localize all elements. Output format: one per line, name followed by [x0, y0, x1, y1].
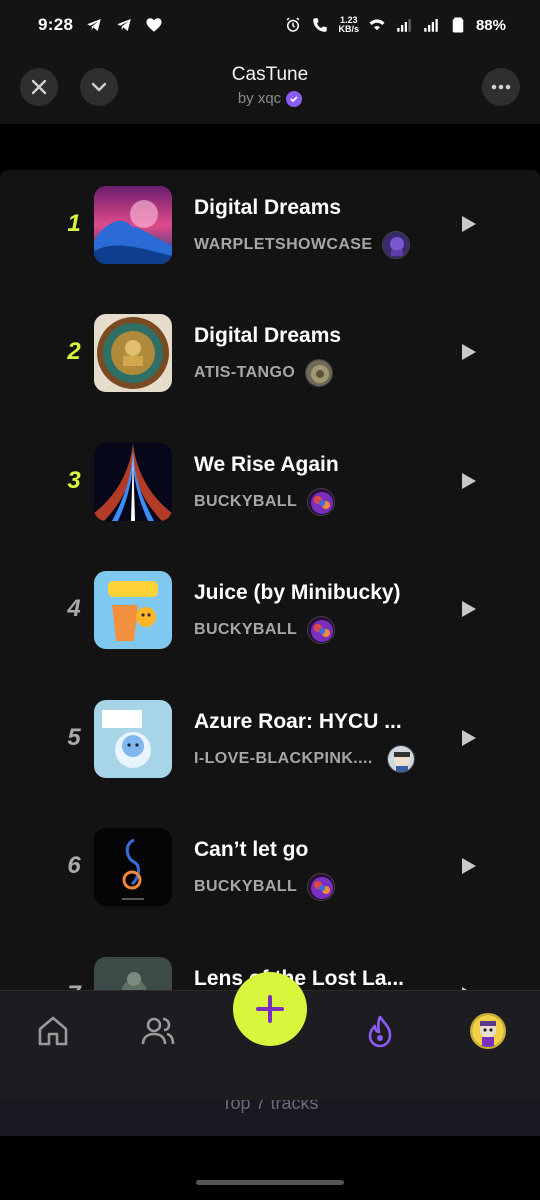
- artist-avatar: [307, 873, 336, 901]
- track-rank: 5: [67, 724, 81, 751]
- byline: by xqc: [0, 90, 540, 107]
- profile-avatar[interactable]: [470, 1013, 506, 1049]
- heart-icon: [146, 18, 162, 32]
- track-title: Juice (by Minibucky): [194, 581, 401, 604]
- track-row[interactable]: 2 Digital Dreams ATIS-TANGO: [0, 298, 540, 418]
- track-row[interactable]: 1 Digital Dreams WARPLETSHOWCASE: [0, 170, 540, 290]
- network-speed: 1.23 KB/s: [338, 15, 359, 34]
- plus-icon: [256, 995, 284, 1023]
- play-icon[interactable]: [460, 471, 478, 491]
- flame-icon[interactable]: [362, 1013, 398, 1049]
- status-time: 9:28: [38, 15, 74, 34]
- track-list: 1 Digital Dreams WARPLETSHOWCASE 2 Digit…: [0, 170, 540, 1100]
- track-artwork: [94, 443, 172, 521]
- artist-avatar: [307, 488, 336, 516]
- telegram-icon: [87, 19, 101, 31]
- home-icon[interactable]: [35, 1013, 71, 1049]
- track-artwork: [94, 571, 172, 649]
- track-title: Digital Dreams: [194, 324, 342, 347]
- header-spacer: [0, 124, 540, 170]
- track-artwork: [94, 700, 172, 778]
- artist-name: I-LOVE-BLACKPINK....: [194, 750, 373, 767]
- artist-name: BUCKYBALL: [194, 621, 298, 638]
- track-artist[interactable]: BUCKYBALL: [194, 616, 336, 644]
- signal-icon: [397, 19, 411, 32]
- track-rank: 1: [67, 210, 81, 237]
- home-indicator: [196, 1180, 344, 1185]
- battery-percent: 88%: [475, 16, 506, 34]
- track-title: Can’t let go: [194, 838, 309, 861]
- artist-name: BUCKYBALL: [194, 878, 298, 895]
- wifi-icon: [369, 19, 385, 31]
- play-icon[interactable]: [460, 342, 478, 362]
- play-icon[interactable]: [460, 214, 478, 234]
- track-rank: 6: [67, 852, 81, 879]
- track-title: Azure Roar: HYCU ...: [194, 710, 402, 733]
- more-options-button[interactable]: [482, 68, 520, 106]
- track-title: We Rise Again: [194, 453, 339, 476]
- battery-icon: [452, 17, 464, 33]
- alarm-icon: [287, 17, 300, 32]
- track-rank: 2: [67, 338, 81, 365]
- artist-avatar: [386, 745, 415, 773]
- artist-name: ATIS-TANGO: [194, 364, 296, 381]
- track-title: Digital Dreams: [194, 196, 342, 219]
- artist-name: WARPLETSHOWCASE: [194, 236, 373, 253]
- signal-icon: [424, 19, 438, 32]
- users-icon[interactable]: [140, 1013, 176, 1049]
- byline-text: by xqc: [237, 90, 282, 107]
- track-artist[interactable]: BUCKYBALL: [194, 873, 336, 901]
- more-icon: [491, 84, 511, 90]
- track-artwork: [94, 186, 172, 264]
- artist-avatar: [307, 616, 336, 644]
- track-artwork: [94, 314, 172, 392]
- track-artist[interactable]: BUCKYBALL: [194, 488, 336, 516]
- artist-avatar: [382, 231, 411, 259]
- page-title: CasTune: [231, 64, 309, 85]
- artist-name: BUCKYBALL: [194, 493, 298, 510]
- status-bar: 9:28 1.23 KB/s 88%: [0, 0, 540, 50]
- play-icon[interactable]: [460, 728, 478, 748]
- app-header: CasTune by xqc: [0, 50, 540, 124]
- track-rank: 3: [67, 467, 81, 494]
- track-artist[interactable]: ATIS-TANGO: [194, 359, 334, 387]
- play-icon[interactable]: [460, 599, 478, 619]
- track-artist[interactable]: I-LOVE-BLACKPINK....: [194, 745, 415, 773]
- call-volte-icon: [313, 18, 328, 32]
- track-rank: 4: [67, 595, 81, 622]
- track-row[interactable]: 6 Can’t let go BUCKYBALL: [0, 812, 540, 932]
- track-row[interactable]: 5 Azure Roar: HYCU ... I-LOVE-BLACKPINK.…: [0, 684, 540, 804]
- add-button[interactable]: [233, 972, 307, 1046]
- verified-badge-icon: [286, 90, 303, 107]
- bottom-nav: [0, 972, 540, 1100]
- footer-strip: Top 7 tracks: [0, 1093, 540, 1136]
- track-artist[interactable]: WARPLETSHOWCASE: [194, 231, 411, 259]
- play-icon[interactable]: [460, 856, 478, 876]
- artist-avatar: [305, 359, 334, 387]
- track-artwork: [94, 828, 172, 906]
- track-row[interactable]: 4 Juice (by Minibucky) BUCKYBALL: [0, 555, 540, 675]
- track-row[interactable]: 3 We Rise Again BUCKYBALL: [0, 427, 540, 547]
- telegram-icon: [117, 19, 131, 31]
